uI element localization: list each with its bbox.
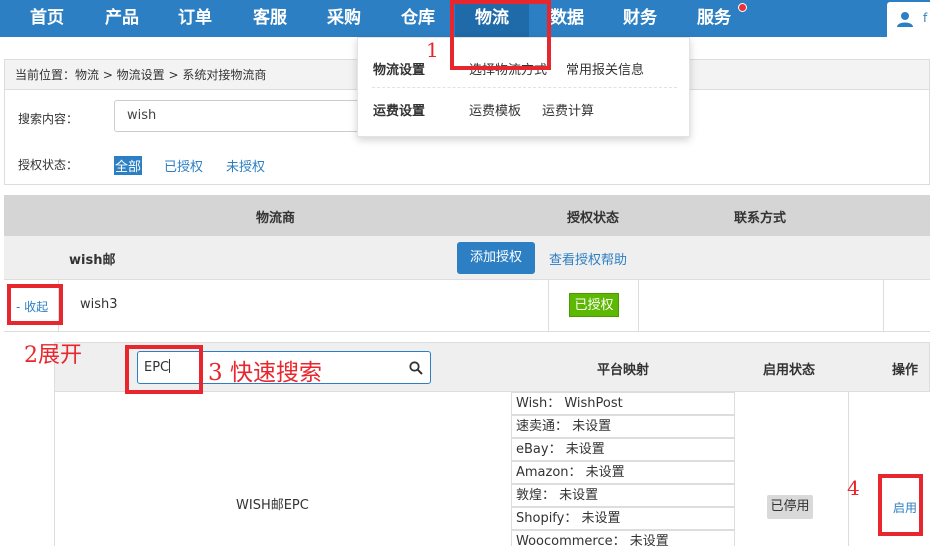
filter-all[interactable]: 全部 (114, 156, 143, 175)
platform-mapping-item: 敦煌： 未设置 (511, 484, 735, 507)
cell-divider (548, 280, 549, 332)
search-input[interactable]: wish (114, 100, 374, 132)
nav-item-purchase[interactable]: 采购 (314, 0, 374, 37)
authorization-help-link[interactable]: 查看授权帮助 (549, 249, 627, 268)
col-platform-mapping: 平台映射 (597, 363, 650, 378)
col-contact: 联系方式 (734, 211, 787, 226)
filter-authorized[interactable]: 已授权 (164, 156, 203, 175)
notification-dot (738, 3, 747, 12)
dropdown-divider (372, 87, 677, 88)
nav-item-orders[interactable]: 订单 (165, 0, 225, 37)
page: 首页 产品 订单 客服 采购 仓库 物流 数据 财务 服务 f 当前位置：物流 … (0, 0, 930, 546)
add-authorization-button[interactable]: 添加授权 (457, 242, 535, 274)
dropdown-section-freight-settings: 运费设置 (373, 104, 426, 119)
nav-item-service[interactable]: 客服 (240, 0, 300, 37)
annotation-box-enable (878, 474, 923, 536)
annotation-box-collapse (7, 284, 63, 325)
nav-item-warehouse[interactable]: 仓库 (388, 0, 448, 37)
search-icon[interactable] (409, 361, 423, 375)
user-menu[interactable]: f (887, 2, 930, 37)
col-carrier: 物流商 (256, 211, 296, 226)
subtable-row: WISH邮EPC Wish： WishPost 速卖通： 未设置 eBay： 未… (54, 392, 930, 546)
platform-mapping-item: Shopify： 未设置 (511, 507, 735, 530)
carrier-group-row: wish邮 添加授权 查看授权帮助 (4, 236, 930, 280)
table-row: - 收起 wish3 已授权 (4, 280, 930, 332)
shipping-method-name: WISH邮EPC (236, 498, 309, 513)
carrier-group-name: wish邮 (69, 253, 116, 268)
platform-mapping-item: Woocommerce： 未设置 (511, 530, 735, 546)
menu-item-freight-calculator[interactable]: 运费计算 (542, 100, 594, 119)
account-name: wish3 (80, 297, 118, 312)
cell-divider (883, 280, 884, 332)
menu-item-freight-template[interactable]: 运费模板 (469, 100, 521, 119)
annotation-step-3: 3 快速搜索 (208, 360, 322, 386)
annotation-step-1: 1 (426, 38, 439, 62)
cell-divider (638, 280, 639, 332)
status-badge-disabled: 已停用 (767, 495, 813, 519)
status-badge-authorized: 已授权 (569, 293, 619, 317)
annotation-box-logistics (450, 0, 551, 70)
platform-mapping-item: 速卖通： 未设置 (511, 415, 735, 438)
user-icon (897, 12, 913, 27)
search-label: 搜索内容： (18, 112, 79, 126)
table-header: 物流商 授权状态 联系方式 (4, 195, 930, 236)
annotation-box-quick-search (125, 345, 203, 394)
platform-mapping-item: Wish： WishPost (511, 392, 735, 415)
col-actions: 操作 (892, 363, 919, 378)
nav-item-products[interactable]: 产品 (92, 0, 152, 37)
nav-item-services[interactable]: 服务 (684, 0, 744, 37)
dropdown-section-logistics-settings: 物流设置 (373, 63, 426, 78)
annotation-step-4: 4 (847, 476, 860, 500)
cell-divider (848, 392, 849, 546)
col-auth-status: 授权状态 (567, 211, 620, 226)
platform-mapping-item: eBay： 未设置 (511, 438, 735, 461)
platform-mapping-item: Amazon： 未设置 (511, 461, 735, 484)
filter-unauthorized[interactable]: 未授权 (226, 156, 265, 175)
nav-item-finance[interactable]: 财务 (610, 0, 670, 37)
nav-item-home[interactable]: 首页 (17, 0, 77, 37)
annotation-step-2: 2展开 (24, 343, 82, 368)
auth-filter-label: 授权状态： (18, 158, 79, 172)
menu-item-customs-info[interactable]: 常用报关信息 (566, 59, 644, 78)
col-enable-status: 启用状态 (763, 363, 816, 378)
user-name: f (923, 11, 928, 25)
